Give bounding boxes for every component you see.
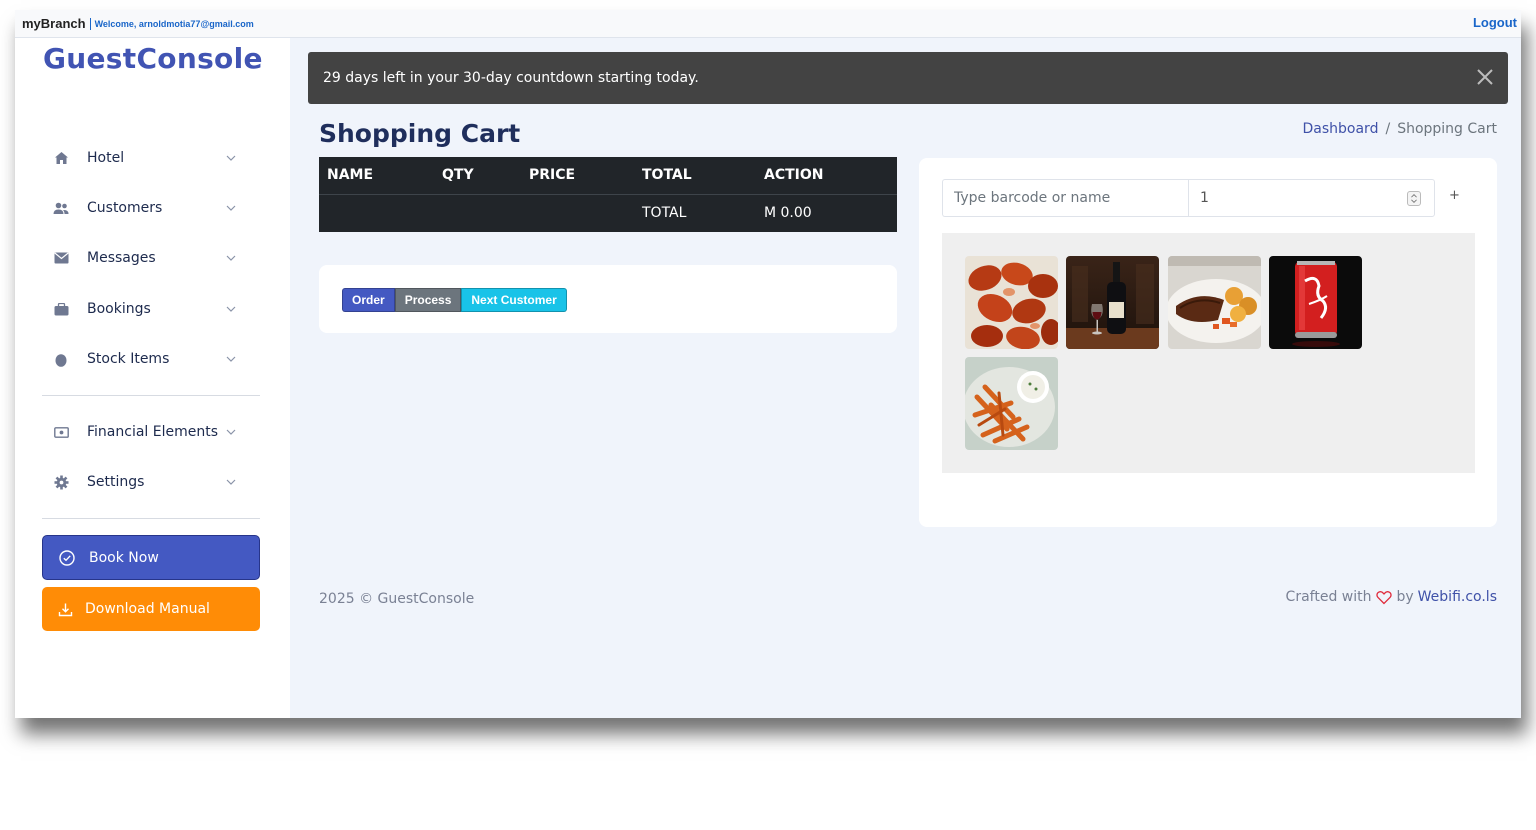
column-header-total: TOTAL	[634, 157, 756, 195]
sidebar-item-label: Settings	[87, 474, 145, 490]
money-icon	[53, 424, 69, 440]
sidebar-item-label: Messages	[87, 250, 156, 266]
chevron-down-icon	[226, 255, 236, 261]
chevron-down-icon	[226, 479, 236, 485]
countdown-alert: 29 days left in your 30-day countdown st…	[308, 52, 1508, 104]
chevron-down-icon	[226, 205, 236, 211]
footer-copyright: 2025 © GuestConsole	[319, 591, 475, 607]
app-logo[interactable]: GuestConsole	[43, 42, 263, 75]
close-icon[interactable]	[1476, 68, 1494, 86]
gear-icon	[53, 474, 69, 490]
total-label: TOTAL	[642, 205, 687, 222]
breadcrumb: Dashboard / Shopping Cart	[1303, 121, 1498, 137]
brand-divider	[89, 17, 91, 30]
cart-action-buttons: Order Process Next Customer	[342, 288, 567, 312]
sidebar-item-customers[interactable]: Customers	[53, 193, 253, 223]
download-icon	[58, 603, 73, 616]
by-text: by	[1396, 589, 1414, 605]
top-bar: myBranch Welcome, arnoldmotia77@gmail.co…	[15, 10, 1521, 38]
table-header-row: NAME QTY PRICE TOTAL ACTION	[319, 157, 897, 195]
add-to-cart-button[interactable]: +	[1449, 188, 1460, 203]
cart-table: NAME QTY PRICE TOTAL ACTION TOTAL M 0.00	[319, 157, 897, 232]
download-manual-button[interactable]: Download Manual	[42, 587, 260, 631]
egg-icon	[53, 351, 69, 367]
envelope-icon	[53, 250, 69, 266]
column-header-name: NAME	[319, 157, 434, 195]
crafted-text: Crafted with	[1285, 589, 1372, 605]
sidebar-item-label: Bookings	[87, 301, 151, 317]
users-icon	[53, 200, 69, 216]
quantity-stepper[interactable]: 1	[1188, 179, 1435, 217]
page-title: Shopping Cart	[319, 119, 521, 148]
download-manual-label: Download Manual	[85, 601, 210, 617]
next-customer-button[interactable]: Next Customer	[461, 288, 567, 312]
sidebar: GuestConsole Hotel Customers Messages Bo…	[15, 38, 290, 718]
table-total-row: TOTAL M 0.00	[319, 194, 897, 232]
sidebar-item-label: Financial Elements	[87, 424, 219, 440]
breadcrumb-separator: /	[1385, 121, 1391, 137]
product-grid	[942, 233, 1475, 473]
logout-link[interactable]: Logout	[1473, 15, 1517, 30]
total-value: M 0.00	[764, 205, 812, 222]
wine-bottle-image[interactable]	[1066, 256, 1159, 349]
sidebar-item-label: Customers	[87, 200, 163, 216]
breadcrumb-current: Shopping Cart	[1397, 121, 1497, 137]
briefcase-icon	[53, 301, 69, 317]
chevron-down-icon	[226, 306, 236, 312]
barcode-search-input[interactable]	[942, 179, 1189, 217]
sidebar-item-label: Hotel	[87, 150, 125, 166]
spinner-icon[interactable]	[1407, 191, 1421, 206]
coca-cola-can-image[interactable]	[1269, 256, 1362, 349]
sidebar-divider	[42, 518, 260, 519]
column-header-action: ACTION	[756, 157, 897, 195]
order-button[interactable]: Order	[342, 288, 395, 312]
welcome-text: Welcome, arnoldmotia77@gmail.com	[94, 18, 254, 29]
sidebar-item-label: Stock Items	[87, 351, 170, 367]
column-header-price: PRICE	[521, 157, 634, 195]
chevron-down-icon	[226, 155, 236, 161]
home-icon	[53, 150, 69, 166]
company-link[interactable]: Webifi.co.ls	[1418, 589, 1497, 605]
sidebar-item-hotel[interactable]: Hotel	[53, 143, 253, 173]
app-window: myBranch Welcome, arnoldmotia77@gmail.co…	[15, 10, 1521, 718]
book-now-label: Book Now	[89, 549, 159, 566]
sidebar-item-settings[interactable]: Settings	[53, 467, 253, 497]
sidebar-item-bookings[interactable]: Bookings	[53, 294, 253, 324]
cart-actions-card: Order Process Next Customer	[319, 265, 897, 333]
process-button[interactable]: Process	[394, 288, 462, 312]
sidebar-divider	[42, 395, 260, 396]
chevron-down-icon	[226, 356, 236, 362]
product-panel: 1 +	[919, 158, 1497, 527]
grilled-meat-plate-image[interactable]	[1168, 256, 1261, 349]
sidebar-item-financial-elements[interactable]: Financial Elements	[53, 417, 253, 447]
heart-icon	[1376, 590, 1393, 604]
sweet-potato-fries-image[interactable]	[965, 357, 1058, 450]
chevron-down-icon	[226, 429, 236, 435]
check-circle-icon	[59, 549, 75, 566]
brand-name: myBranch	[22, 16, 86, 31]
quantity-value: 1	[1200, 190, 1209, 206]
book-now-button[interactable]: Book Now	[42, 535, 260, 580]
sidebar-item-stock-items[interactable]: Stock Items	[53, 344, 253, 374]
footer-credits: Crafted with by Webifi.co.ls	[1286, 589, 1497, 605]
column-header-qty: QTY	[434, 157, 521, 195]
breadcrumb-dashboard[interactable]: Dashboard	[1303, 121, 1379, 137]
sidebar-item-messages[interactable]: Messages	[53, 243, 253, 273]
alert-message: 29 days left in your 30-day countdown st…	[323, 70, 699, 86]
chicken-wings-image[interactable]	[965, 256, 1058, 349]
